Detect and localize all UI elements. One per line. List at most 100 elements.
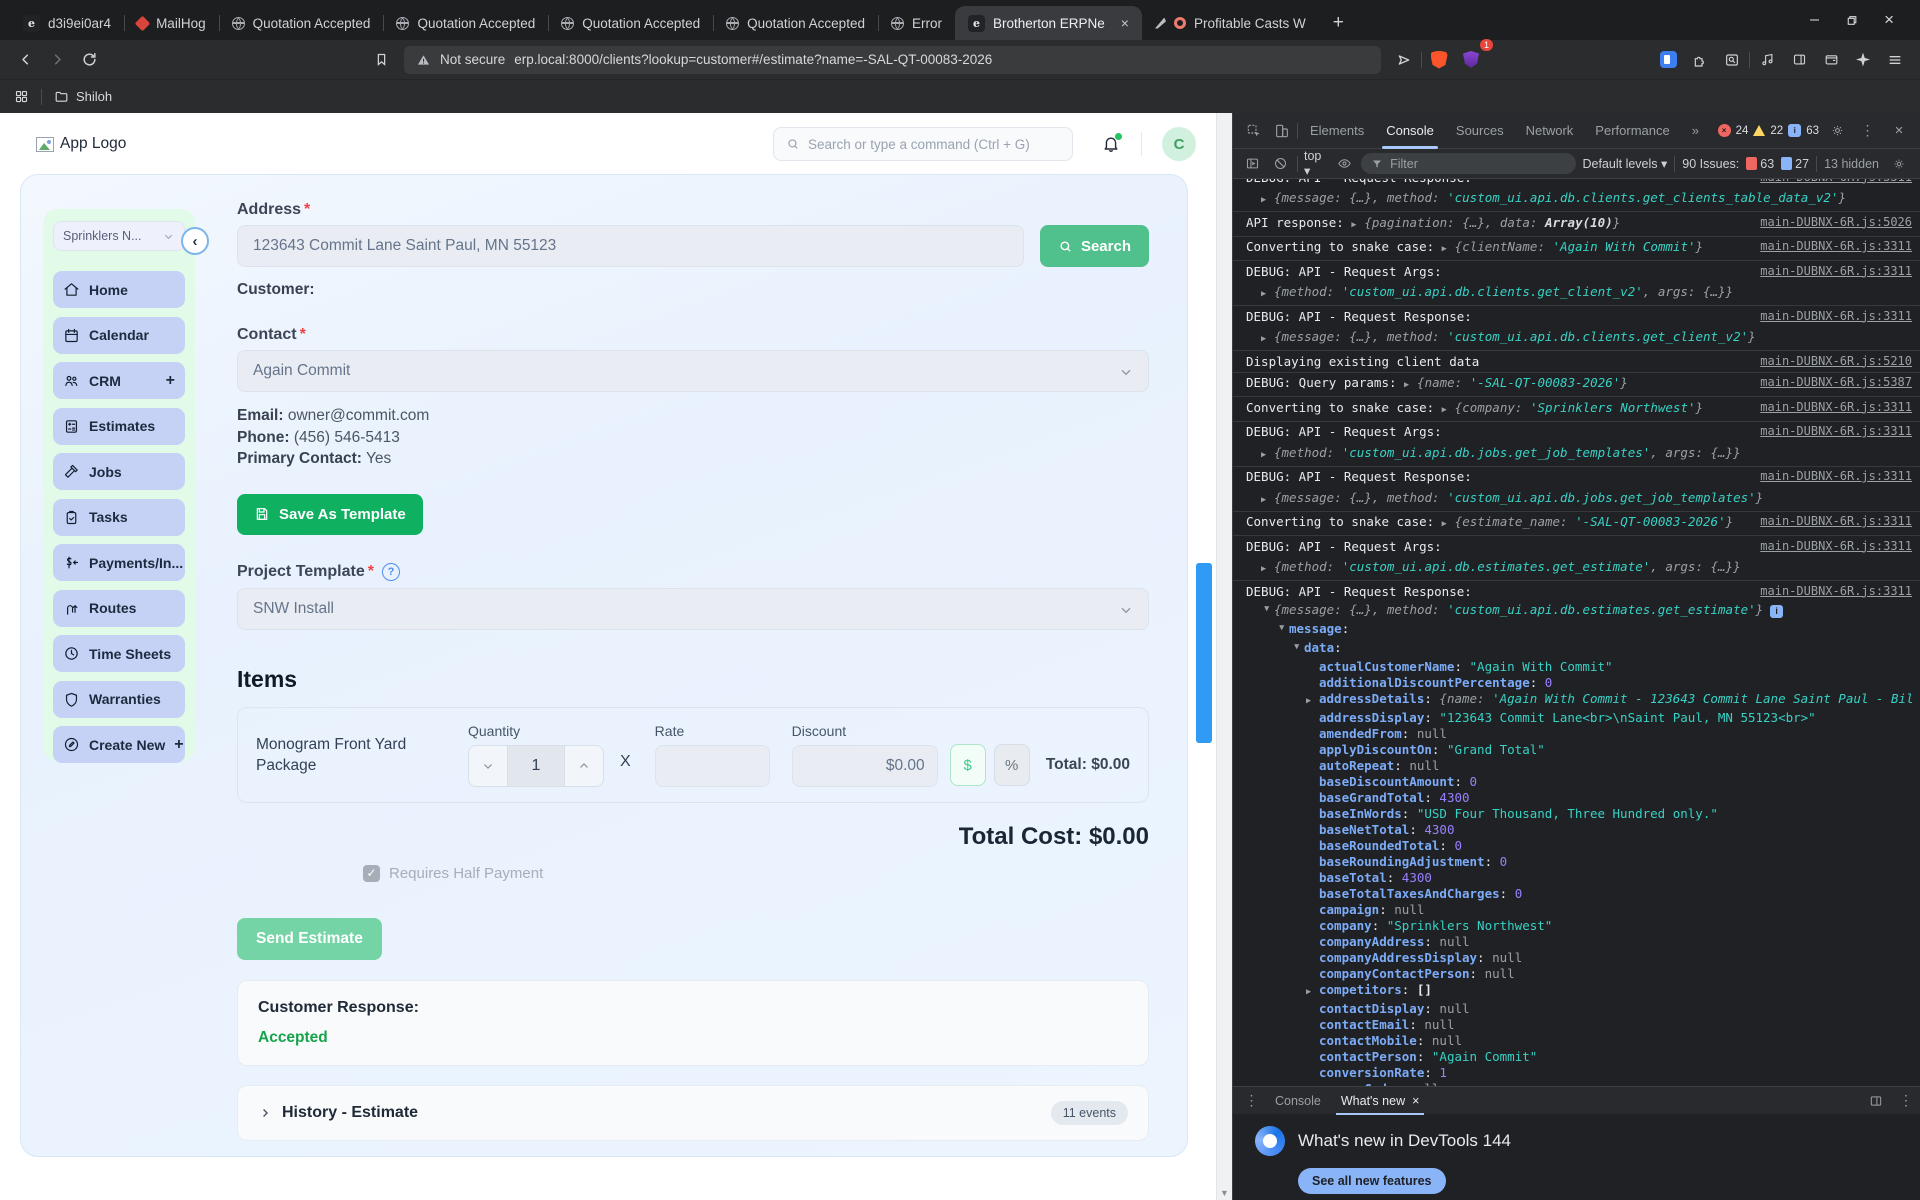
browser-tab[interactable]: e d3i9ei0ar4 — [10, 6, 124, 40]
contact-select[interactable]: Again Commit — [237, 350, 1149, 392]
search-button[interactable]: Search — [1039, 225, 1149, 267]
disclosure-arrow-icon[interactable]: ▶ — [1261, 332, 1274, 348]
source-link[interactable]: main-DUBNX-6R.js:3311 — [1760, 539, 1912, 555]
back-icon[interactable] — [10, 45, 40, 75]
console-log[interactable]: DEBUG: API - Request Response: main-DUBNX… — [1233, 179, 1920, 1086]
sidebar-item-crm[interactable]: CRM + — [53, 362, 185, 399]
disclosure-arrow-icon[interactable]: ▶ — [1306, 985, 1319, 1000]
help-icon[interactable]: ? — [381, 562, 400, 581]
wallet-partner-icon[interactable] — [1653, 45, 1683, 75]
company-select[interactable]: Sprinklers N... — [53, 221, 185, 251]
scroll-down-arrow-icon[interactable]: ▼ — [1217, 1188, 1232, 1198]
project-template-select[interactable]: SNW Install — [237, 587, 1149, 630]
browser-tab-active[interactable]: e Brotherton ERPNe × — [954, 6, 1142, 40]
share-icon[interactable] — [1389, 45, 1419, 75]
wallet-icon[interactable] — [1816, 45, 1846, 75]
close-window-button[interactable]: × — [1884, 10, 1894, 30]
inspect-element-icon[interactable] — [1241, 118, 1267, 144]
leo-ai-icon[interactable] — [1848, 45, 1878, 75]
source-link[interactable]: main-DUBNX-6R.js:3311 — [1760, 469, 1912, 485]
disclosure-arrow-icon[interactable]: ▶ — [1289, 644, 1304, 657]
minimize-button[interactable]: – — [1810, 11, 1819, 29]
disclosure-arrow-icon[interactable]: ▶ — [1261, 193, 1274, 209]
page-scrollbar[interactable]: ▼ — [1216, 113, 1232, 1200]
browser-tab[interactable]: Quotation Accepted — [548, 6, 713, 40]
source-link[interactable]: main-DUBNX-6R.js:3311 — [1760, 309, 1912, 325]
half-payment-checkbox[interactable]: ✓ — [363, 864, 380, 882]
log-levels-select[interactable]: Default levels ▾ — [1582, 156, 1667, 171]
drawer-more-icon[interactable]: ⋮ — [1899, 1092, 1914, 1109]
sidebar-item-estimates[interactable]: Estimates — [53, 407, 185, 445]
new-tab-button[interactable]: + — [1319, 6, 1358, 40]
save-as-template-button[interactable]: Save As Template — [237, 493, 423, 535]
quantity-value[interactable]: 1 — [507, 745, 565, 786]
puzzle-extension-icon[interactable] — [1685, 45, 1715, 75]
issues-label[interactable]: 90 Issues: — [1682, 157, 1739, 171]
command-search-input[interactable]: Search or type a command (Ctrl + G) — [773, 127, 1073, 161]
discount-input[interactable]: $0.00 — [791, 744, 938, 787]
media-icon[interactable] — [1752, 45, 1782, 75]
info-count[interactable]: 63 — [1806, 125, 1819, 137]
sidebar-collapse-button[interactable]: ‹ — [181, 227, 209, 255]
discount-dollar-toggle[interactable]: $ — [949, 744, 986, 786]
sidebar-item-warranties[interactable]: Warranties — [53, 680, 185, 718]
more-tabs-icon[interactable]: » — [1682, 113, 1709, 149]
apps-grid-icon[interactable] — [14, 89, 29, 104]
disclosure-arrow-icon[interactable]: ▶ — [1351, 218, 1364, 234]
sidebar-item-routes[interactable]: Routes — [53, 589, 185, 627]
forward-icon[interactable] — [42, 45, 72, 75]
browser-tab[interactable]: Quotation Accepted — [713, 6, 878, 40]
tab-network[interactable]: Network — [1516, 113, 1584, 149]
quantity-decrease-icon[interactable] — [469, 746, 507, 786]
info-icon[interactable]: i — [1770, 605, 1784, 618]
source-link[interactable]: main-DUBNX-6R.js:5387 — [1760, 375, 1912, 391]
source-link[interactable]: main-DUBNX-6R.js:5026 — [1760, 215, 1912, 231]
console-filter-input[interactable]: Filter — [1361, 153, 1577, 174]
send-estimate-button[interactable]: Send Estimate — [237, 917, 382, 960]
disclosure-arrow-icon[interactable]: ▶ — [1261, 287, 1274, 303]
source-link[interactable]: main-DUBNX-6R.js:3311 — [1760, 264, 1912, 280]
reload-icon[interactable] — [74, 45, 104, 75]
drawer-tab-whats-new[interactable]: What's new × — [1331, 1087, 1430, 1115]
source-link[interactable]: main-DUBNX-6R.js:5210 — [1760, 354, 1912, 370]
browser-tab[interactable]: Profitable Casts W — [1142, 6, 1319, 40]
disclosure-arrow-icon[interactable]: ▶ — [1259, 606, 1274, 619]
browser-tab[interactable]: MailHog — [124, 6, 219, 40]
drawer-tab-close-icon[interactable]: × — [1412, 1094, 1419, 1108]
devtools-settings-icon[interactable] — [1824, 118, 1850, 144]
source-link[interactable]: main-DUBNX-6R.js:3311 — [1760, 179, 1912, 185]
source-link[interactable]: main-DUBNX-6R.js:3311 — [1760, 400, 1912, 416]
brave-shield-icon[interactable] — [1424, 45, 1454, 75]
browser-tab[interactable]: Quotation Accepted — [383, 6, 548, 40]
sidebar-item-time-sheets[interactable]: Time Sheets — [53, 635, 185, 672]
sidebar-item-payments[interactable]: Payments/In... — [53, 544, 185, 581]
sidebar-item-tasks[interactable]: Tasks — [53, 498, 185, 536]
menu-icon[interactable] — [1880, 45, 1910, 75]
source-link[interactable]: main-DUBNX-6R.js:3311 — [1760, 239, 1912, 255]
clear-console-icon[interactable] — [1269, 151, 1291, 177]
tab-performance[interactable]: Performance — [1585, 113, 1679, 149]
console-sidebar-icon[interactable] — [1241, 151, 1263, 177]
add-icon[interactable]: + — [174, 736, 183, 754]
dock-panel-icon[interactable] — [1863, 1088, 1889, 1114]
see-all-features-button[interactable]: See all new features — [1298, 1168, 1446, 1194]
devtools-close-icon[interactable]: × — [1886, 118, 1912, 144]
bookmark-folder-shiloh[interactable]: Shiloh — [54, 89, 112, 104]
rate-input[interactable] — [654, 744, 770, 787]
maximize-button[interactable] — [1845, 14, 1858, 27]
devtools-menu-icon[interactable]: ⋮ — [1855, 118, 1881, 144]
drawer-menu-icon[interactable]: ⋮ — [1239, 1088, 1265, 1114]
bookmark-icon[interactable] — [366, 45, 396, 75]
custom-scrollbar-thumb[interactable] — [1196, 563, 1212, 743]
disclosure-arrow-icon[interactable]: ▶ — [1261, 562, 1274, 578]
sidebar-panel-icon[interactable] — [1784, 45, 1814, 75]
tab-console[interactable]: Console — [1376, 113, 1444, 149]
hidden-messages-label[interactable]: 13 hidden — [1824, 157, 1879, 171]
user-avatar[interactable]: C — [1162, 127, 1196, 161]
tab-elements[interactable]: Elements — [1300, 113, 1374, 149]
add-icon[interactable]: + — [166, 372, 175, 390]
sidebar-item-create-new[interactable]: Create New + — [53, 726, 185, 763]
quantity-increase-icon[interactable] — [565, 746, 603, 786]
source-link[interactable]: main-DUBNX-6R.js:3311 — [1760, 514, 1912, 530]
error-count[interactable]: 24 — [1736, 125, 1749, 137]
